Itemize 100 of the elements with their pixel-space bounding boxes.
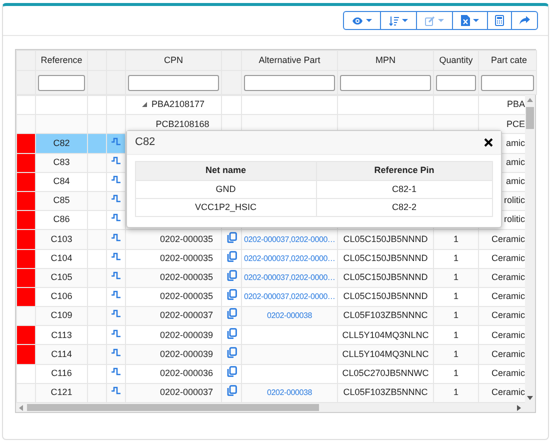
table-cell: C109: [50, 310, 72, 320]
scroll-thumb[interactable]: [27, 404, 319, 411]
table-cell: C103: [50, 234, 72, 244]
table-cell: C105: [50, 272, 72, 282]
share-arrow-icon: [519, 16, 530, 25]
filter-field[interactable]: [481, 74, 534, 90]
scroll-left-arrow-icon[interactable]: [19, 404, 23, 410]
table-cell: 1: [453, 330, 458, 340]
table-cell: C82-2: [316, 198, 492, 216]
caret-icon: [402, 19, 408, 22]
table-cell: amic: [506, 176, 525, 186]
table-row[interactable]: C104 0202-000035 0202-000037,0202-0000… CL05C150JB5NNND 1 Ceramic: [16, 249, 526, 268]
copy-icon[interactable]: [226, 346, 236, 358]
copy-icon[interactable]: [226, 250, 236, 262]
table-cell: 1: [453, 252, 458, 263]
filter-field[interactable]: [436, 74, 476, 90]
table-cell: C104: [50, 252, 72, 263]
column-header: Reference: [36, 50, 88, 70]
table-cell: C113: [51, 330, 72, 340]
filter-field[interactable]: [128, 74, 219, 90]
table-cell: CL05C150JB5NNND: [343, 272, 428, 282]
table-cell: 0202-000037: [160, 387, 213, 398]
toolbar-button[interactable]: [487, 11, 512, 30]
copy-icon[interactable]: [226, 328, 236, 339]
spreadsheet-file-icon: [461, 15, 470, 26]
table-cell: Ceramic: [491, 252, 525, 263]
table-cell: CLL5Y104MQ3NLNC: [342, 330, 429, 340]
scroll-down-arrow-icon[interactable]: [527, 396, 534, 400]
vertical-scrollbar[interactable]: [525, 95, 535, 403]
table-cell: CL05C150JB5NNND: [343, 291, 428, 302]
table-cell: 1: [453, 310, 458, 320]
table-cell: 0202-000035: [160, 234, 213, 244]
table-cell: Ceramic: [491, 272, 525, 282]
copy-icon[interactable]: [226, 232, 236, 243]
copy-icon[interactable]: [226, 289, 236, 300]
table-cell-text: PBA2108177: [151, 98, 205, 112]
column-header: MPN: [338, 50, 434, 70]
table-cell: GND: [136, 180, 316, 198]
table-cell: C82: [53, 138, 70, 148]
table-cell: 1: [453, 368, 458, 378]
filter-field[interactable]: [244, 74, 335, 90]
table-cell: PCB2108168: [156, 118, 210, 129]
copy-icon[interactable]: [226, 270, 236, 282]
scroll-right-arrow-icon[interactable]: [517, 404, 521, 410]
table-cell: C85: [53, 195, 70, 206]
table-cell: C114: [51, 348, 72, 359]
close-icon[interactable]: [484, 138, 493, 147]
column-header: CPN: [126, 50, 222, 70]
copy-icon[interactable]: [226, 308, 236, 320]
table-row[interactable]: C114 0202-000039 CLL5Y104MQ3NLNC 1 Ceramic: [16, 344, 526, 364]
table-cell: 1: [453, 272, 458, 282]
table-cell: Ceramic: [491, 368, 525, 378]
table-cell: 0202-000035: [160, 272, 213, 282]
toolbar-button[interactable]: [380, 11, 417, 30]
popup-title: C82: [135, 135, 156, 150]
filter-field[interactable]: [340, 74, 431, 90]
table-cell: Ceramic: [491, 310, 525, 320]
table-row[interactable]: C103 0202-000035 0202-000037,0202-0000… CL05C150JB5NNND 1 Ceramic: [16, 230, 526, 249]
table-cell: amic: [506, 138, 525, 148]
table-cell: C83: [53, 156, 70, 167]
column-header: Part cate: [478, 50, 536, 70]
edit-icon: [425, 16, 435, 26]
table-row[interactable]: C109 0202-000037 0202-000038 CL05F103ZB5NNNC 1 Ceramic: [16, 306, 526, 326]
table-cell: CL05F103ZB5NNNC: [343, 310, 428, 320]
table-cell: C116: [51, 368, 72, 378]
table-cell: C86: [53, 214, 70, 224]
scroll-thumb[interactable]: [526, 107, 534, 129]
table-row[interactable]: C105 0202-000035 0202-000037,0202-0000… CL05C150JB5NNND 1 Ceramic: [16, 268, 526, 288]
horizontal-scrollbar[interactable]: [16, 403, 535, 412]
table-cell: Ceramic: [491, 348, 525, 359]
table-cell: C106: [50, 291, 72, 302]
caret-icon: [473, 19, 479, 22]
table-cell: VCC1P2_HSIC: [136, 198, 316, 216]
expanded-triangle-icon[interactable]: [142, 102, 148, 108]
copy-icon[interactable]: [226, 366, 236, 377]
table-cell: CLL5Y104MQ3NLNC: [342, 348, 429, 359]
table-cell: 1: [453, 387, 458, 398]
calculator-icon: [495, 15, 504, 26]
table-cell: 0202-000039: [160, 348, 213, 359]
filter-field[interactable]: [38, 74, 85, 90]
table-row[interactable]: C116 0202-000036 CL05C270JB5NNWC 1 Ceramic: [16, 364, 526, 384]
table-cell: 0202-000036: [160, 368, 213, 378]
table-cell: Ceramic: [491, 234, 525, 244]
caret-icon: [366, 19, 372, 22]
table-cell: C121: [50, 387, 72, 398]
copy-icon[interactable]: [226, 385, 236, 396]
toolbar-button[interactable]: [511, 11, 538, 30]
table-cell: 1: [453, 291, 458, 302]
table-cell: 0202-000035: [160, 252, 213, 263]
scroll-up-arrow-icon[interactable]: [527, 98, 534, 102]
caret-icon: [438, 19, 444, 22]
table-cell: CL05C270JB5NNWC: [342, 368, 429, 378]
column-header: Alternative Part: [242, 50, 338, 70]
toolbar-button[interactable]: [343, 11, 381, 30]
table-cell: CL05C150JB5NNND: [343, 234, 428, 244]
table-cell: amic: [506, 156, 525, 167]
table-cell: 1: [453, 348, 458, 359]
toolbar-button[interactable]: [452, 11, 488, 30]
eye-icon: [352, 16, 363, 24]
table-row[interactable]: C121 0202-000037 0202-000038 CL05F103ZB5NNNC 1 Ceramic: [16, 383, 526, 402]
